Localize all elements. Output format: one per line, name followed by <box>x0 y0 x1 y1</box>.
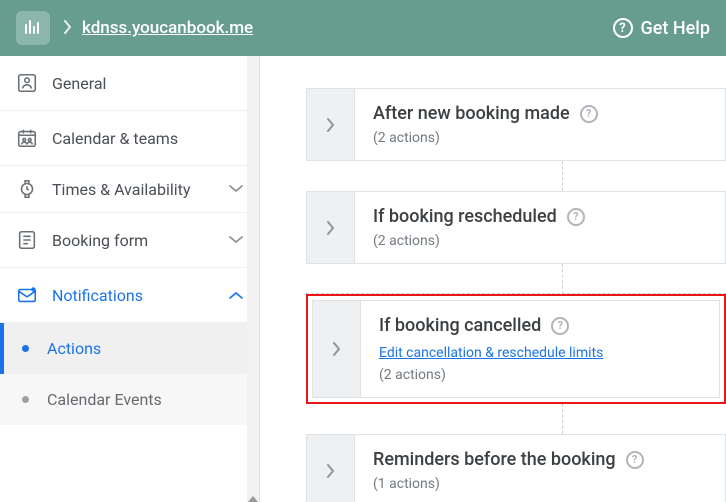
logo-icon[interactable] <box>16 11 50 45</box>
nav-label: Calendar & teams <box>52 129 243 148</box>
chevron-right-icon <box>64 19 72 38</box>
card-cancelled[interactable]: If booking cancelled ? Edit cancellation… <box>312 300 720 398</box>
card-meta: (2 actions) <box>373 233 707 249</box>
dot-icon <box>22 396 29 403</box>
scrollbar[interactable] <box>247 56 259 502</box>
card-title: If booking rescheduled <box>373 206 557 227</box>
card-title: If booking cancelled <box>379 315 541 336</box>
sidebar-item-general[interactable]: General <box>0 56 259 111</box>
sub-label: Calendar Events <box>47 390 162 409</box>
nav-label: Booking form <box>52 231 229 250</box>
connector-icon <box>562 264 563 294</box>
header-bar: kdnss.youcanbook.me ? Get Help <box>0 0 726 56</box>
sidebar: General Calendar & teams Times & Availab… <box>0 56 260 502</box>
sub-label: Actions <box>47 339 101 358</box>
connector-icon <box>562 404 563 434</box>
edit-cancellation-link[interactable]: Edit cancellation & reschedule limits <box>379 345 603 361</box>
help-icon[interactable]: ? <box>551 317 569 335</box>
help-icon[interactable]: ? <box>580 105 598 123</box>
sidebar-item-notifications[interactable]: Notifications <box>0 268 259 323</box>
card-meta: (1 actions) <box>373 476 707 492</box>
expand-handle[interactable] <box>307 435 355 502</box>
nav-label: General <box>52 74 243 93</box>
nav-label: Notifications <box>52 286 229 305</box>
card-meta: (2 actions) <box>373 130 707 146</box>
chevron-down-icon <box>229 185 243 193</box>
card-meta: (2 actions) <box>379 367 701 383</box>
sidebar-item-calendar-teams[interactable]: Calendar & teams <box>0 111 259 166</box>
get-help-button[interactable]: ? Get Help <box>613 18 711 39</box>
card-after-booking[interactable]: After new booking made ? (2 actions) <box>306 88 726 161</box>
sidebar-item-times[interactable]: Times & Availability <box>0 166 259 213</box>
mail-icon <box>16 284 38 306</box>
card-reminders[interactable]: Reminders before the booking ? (1 action… <box>306 434 726 502</box>
help-icon[interactable]: ? <box>567 208 585 226</box>
scroll-up-icon <box>248 60 258 502</box>
nav-label: Times & Availability <box>52 180 229 199</box>
main-panel: After new booking made ? (2 actions) If … <box>260 56 726 502</box>
expand-handle[interactable] <box>307 89 355 160</box>
expand-handle[interactable] <box>313 301 361 397</box>
user-badge-icon <box>16 72 38 94</box>
breadcrumb-link[interactable]: kdnss.youcanbook.me <box>82 18 253 38</box>
sidebar-item-booking-form[interactable]: Booking form <box>0 213 259 268</box>
connector-icon <box>562 161 563 191</box>
sub-nav: Actions Calendar Events <box>0 323 259 425</box>
chevron-up-icon <box>229 291 243 299</box>
sub-item-calendar-events[interactable]: Calendar Events <box>0 374 259 425</box>
dot-icon <box>22 345 29 352</box>
card-rescheduled[interactable]: If booking rescheduled ? (2 actions) <box>306 191 726 264</box>
help-label: Get Help <box>641 18 711 39</box>
expand-handle[interactable] <box>307 192 355 263</box>
calendar-team-icon <box>16 127 38 149</box>
sub-item-actions[interactable]: Actions <box>0 323 259 374</box>
help-icon: ? <box>613 18 633 38</box>
card-title: Reminders before the booking <box>373 449 616 470</box>
help-icon[interactable]: ? <box>626 451 644 469</box>
form-icon <box>16 229 38 251</box>
highlight-box: If booking cancelled ? Edit cancellation… <box>306 294 726 404</box>
card-title: After new booking made <box>373 103 570 124</box>
chevron-down-icon <box>229 236 243 244</box>
connector-h-icon <box>306 293 726 294</box>
watch-icon <box>16 178 38 200</box>
